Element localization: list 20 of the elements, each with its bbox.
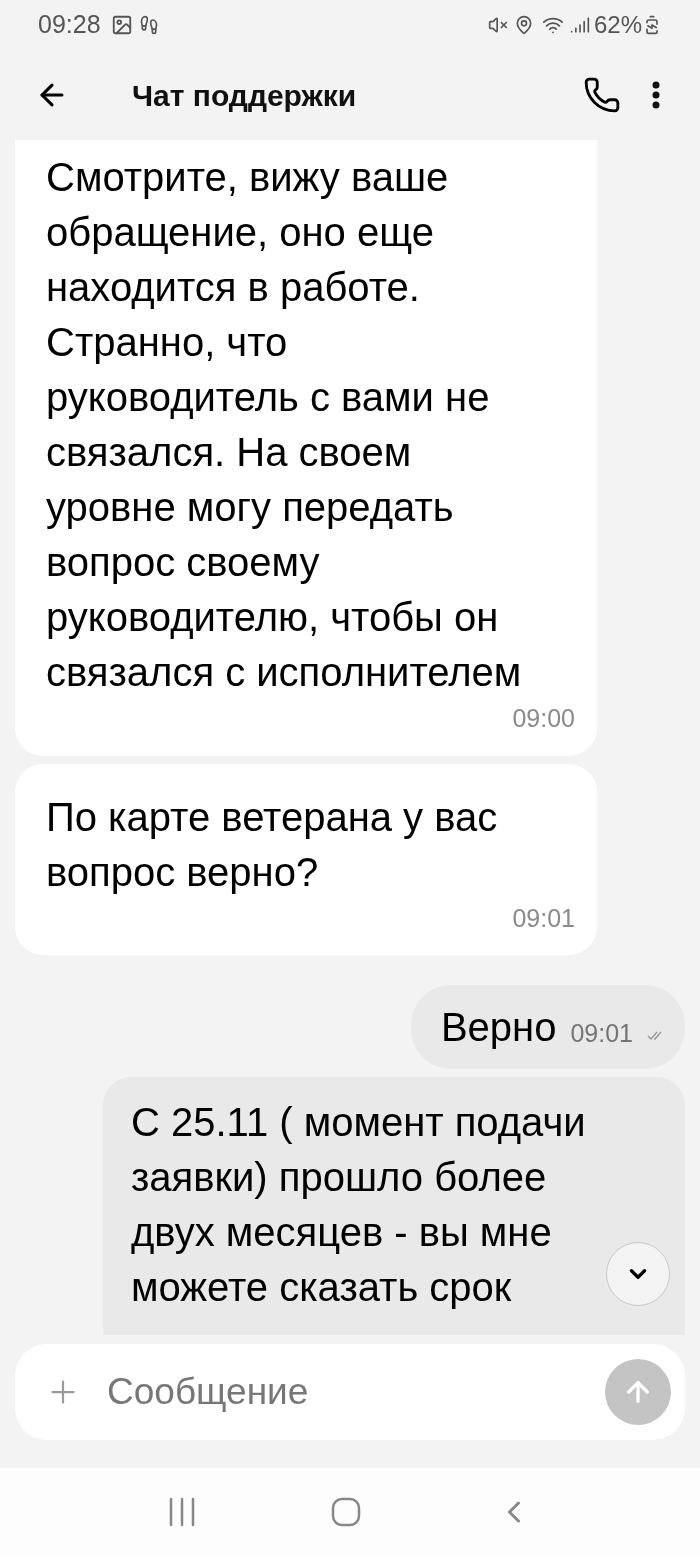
recent-apps-icon[interactable] <box>167 1497 196 1527</box>
footprints-icon <box>138 15 159 35</box>
message-text: Верно <box>440 1003 557 1051</box>
chat-title: Чат поддержки <box>132 77 357 114</box>
more-icon <box>652 81 660 109</box>
message-time: 09:01 <box>512 902 575 934</box>
status-time: 09:28 <box>38 9 101 41</box>
image-icon <box>110 14 133 36</box>
home-icon[interactable] <box>331 1497 361 1527</box>
phone-icon <box>583 76 621 114</box>
signal-icon <box>569 15 590 35</box>
battery-level: 62% <box>593 10 642 40</box>
message-composer[interactable]: Сообщение <box>15 1344 685 1440</box>
message-time: 09:00 <box>512 703 575 734</box>
message-text: С 25.11 ( момент подачи заявки) прошло более двух месяцев - вы мне можете сказать срок <box>131 1099 586 1311</box>
message-text: По карте ветерана у вас вопрос верно? <box>46 793 498 896</box>
mute-icon <box>487 15 508 35</box>
message-time: 09:01 <box>570 1018 633 1050</box>
message-text: Смотрите, вижу ваше обращение, оно еще находится в работе. Странно, что руководитель с вами не связался. На своем уровне могу передать вопрос своему руководителю, чтобы он связался с исполнителем <box>46 154 522 696</box>
message-input[interactable]: Сообщение <box>107 1364 605 1420</box>
